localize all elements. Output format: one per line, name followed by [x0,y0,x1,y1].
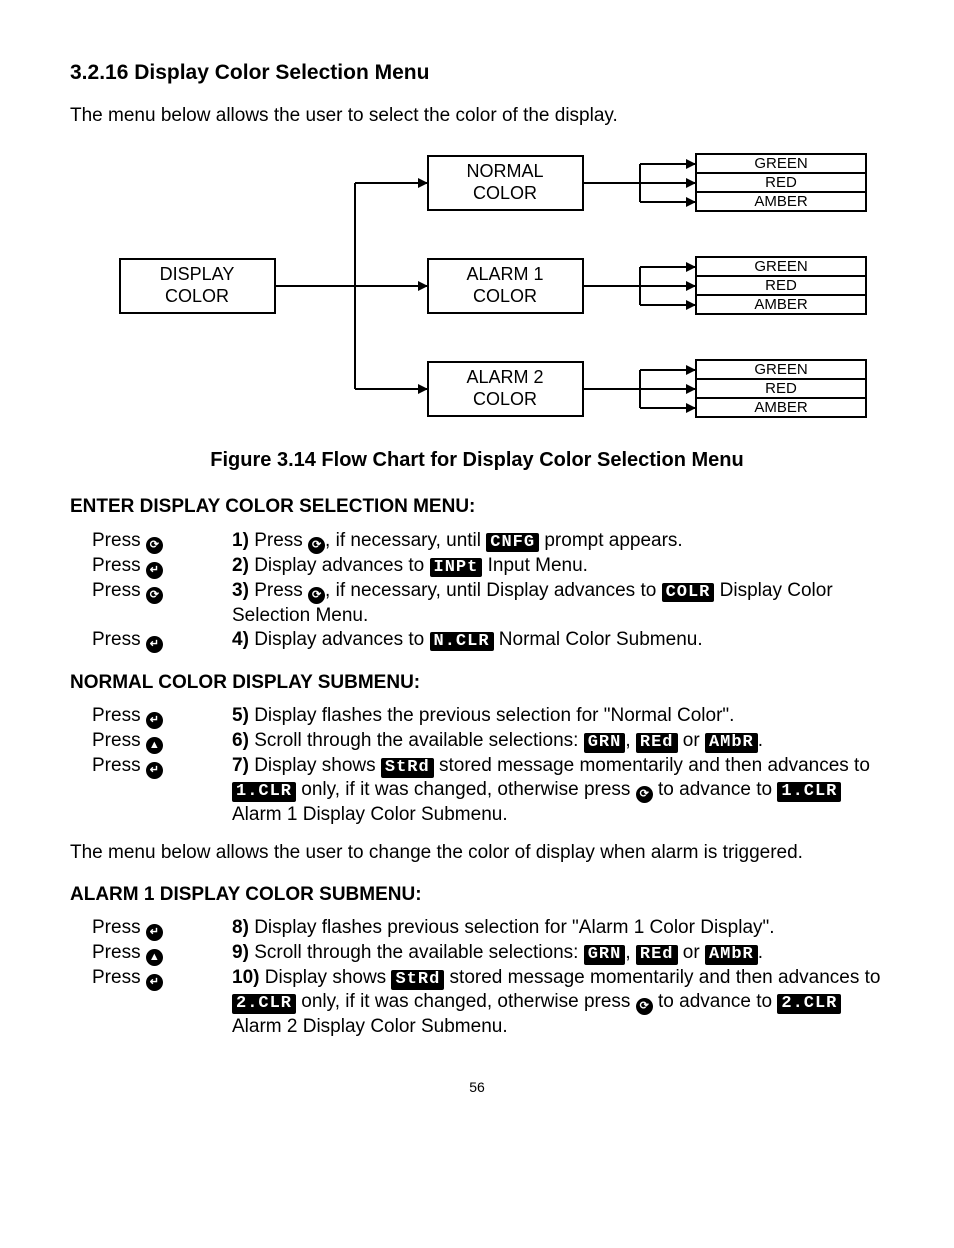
display-code: AMbR [705,733,758,753]
up-icon: ▲ [146,737,163,754]
svg-text:AMBER: AMBER [754,296,808,313]
display-code: REd [636,733,678,753]
alarm1-steps: Press ↵8) Display flashes previous selec… [92,916,884,1039]
display-code: AMbR [705,945,758,965]
enter-icon: ↵ [146,924,163,941]
svg-text:DISPLAY: DISPLAY [160,264,235,284]
page-number: 56 [70,1079,884,1097]
svg-text:ALARM 2: ALARM 2 [466,367,543,387]
svg-text:COLOR: COLOR [473,286,537,306]
svg-text:RED: RED [765,174,797,191]
display-code: GRN [584,945,626,965]
svg-text:GREEN: GREEN [754,361,807,378]
menu-icon: ⟳ [636,998,653,1015]
display-code: StRd [381,758,434,778]
svg-text:GREEN: GREEN [754,155,807,172]
enter-icon: ↵ [146,562,163,579]
svg-text:RED: RED [765,277,797,294]
intro-text: The menu below allows the user to select… [70,104,884,128]
menu-icon: ⟳ [146,537,163,554]
enter-icon: ↵ [146,974,163,991]
flowchart: DISPLAYCOLOR NORMALCOLOR ALARM 1COLOR AL… [110,146,884,436]
menu-icon: ⟳ [146,587,163,604]
section-heading: 3.2.16 Display Color Selection Menu [70,60,884,86]
svg-text:COLOR: COLOR [165,286,229,306]
enter-steps: Press ⟳1) Press ⟳, if necessary, until C… [92,529,884,653]
alarm1-heading: ALARM 1 DISPLAY COLOR SUBMENU: [70,883,884,907]
svg-text:GREEN: GREEN [754,258,807,275]
display-code: GRN [584,733,626,753]
display-code: 2.CLR [777,994,841,1014]
instruction-step: Press ↵10) Display shows StRd stored mes… [92,966,884,1039]
instruction-step: Press ↵8) Display flashes previous selec… [92,916,884,941]
svg-text:RED: RED [765,380,797,397]
svg-text:NORMAL: NORMAL [466,161,543,181]
instruction-step: Press ▲6) Scroll through the available s… [92,729,884,754]
normal-heading: NORMAL COLOR DISPLAY SUBMENU: [70,671,884,695]
enter-icon: ↵ [146,636,163,653]
display-code: INPt [430,558,483,578]
up-icon: ▲ [146,949,163,966]
instruction-step: Press ⟳3) Press ⟳, if necessary, until D… [92,579,884,628]
display-code: N.CLR [430,632,494,652]
figure-caption: Figure 3.14 Flow Chart for Display Color… [70,448,884,473]
instruction-step: Press ⟳1) Press ⟳, if necessary, until C… [92,529,884,554]
instruction-step: Press ▲9) Scroll through the available s… [92,941,884,966]
svg-text:ALARM 1: ALARM 1 [466,264,543,284]
svg-text:COLOR: COLOR [473,183,537,203]
svg-text:COLOR: COLOR [473,389,537,409]
normal-steps: Press ↵5) Display flashes the previous s… [92,704,884,827]
display-code: 2.CLR [232,994,296,1014]
display-code: 1.CLR [232,782,296,802]
display-code: COLR [662,583,715,603]
instruction-step: Press ↵2) Display advances to INPt Input… [92,554,884,579]
menu-icon: ⟳ [308,537,325,554]
instruction-step: Press ↵5) Display flashes the previous s… [92,704,884,729]
svg-text:AMBER: AMBER [754,193,808,210]
display-code: StRd [391,970,444,990]
display-code: CNFG [486,533,539,553]
note-text: The menu below allows the user to change… [70,841,884,865]
display-code: 1.CLR [777,782,841,802]
menu-icon: ⟳ [308,587,325,604]
enter-icon: ↵ [146,712,163,729]
svg-text:AMBER: AMBER [754,399,808,416]
menu-icon: ⟳ [636,786,653,803]
enter-heading: ENTER DISPLAY COLOR SELECTION MENU: [70,495,884,519]
instruction-step: Press ↵7) Display shows StRd stored mess… [92,754,884,827]
instruction-step: Press ↵4) Display advances to N.CLR Norm… [92,628,884,653]
display-code: REd [636,945,678,965]
enter-icon: ↵ [146,762,163,779]
